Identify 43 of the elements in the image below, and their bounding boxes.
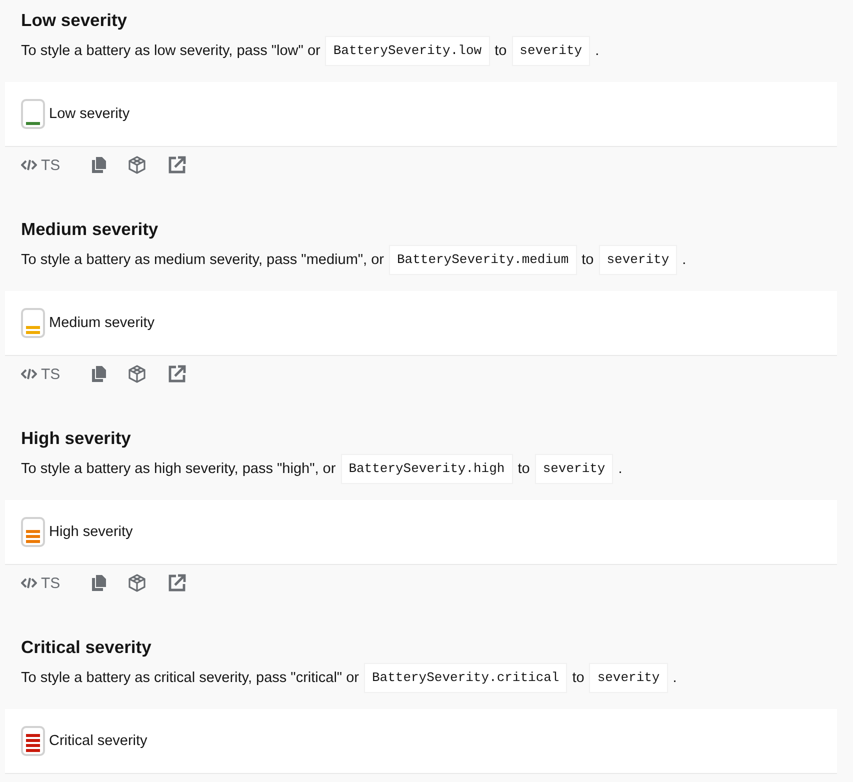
inline-code: severity: [589, 663, 668, 693]
description-text: To style a battery as critical severity, pass "critical" or: [21, 669, 359, 688]
external-link-icon: [168, 574, 186, 592]
inline-code: BatterySeverity.medium: [389, 245, 577, 275]
section-heading: High severity: [21, 427, 132, 450]
description-text: .: [672, 669, 677, 688]
description-text: .: [595, 42, 600, 61]
section-heading: Medium severity: [21, 218, 160, 241]
description-text: to: [518, 460, 530, 479]
description-text: To style a battery as low severity, pass "low" or: [21, 42, 320, 61]
description-text: To style a battery as high severity, pass "high", or: [21, 460, 336, 479]
typescript-toggle[interactable]: TS: [21, 574, 64, 592]
description-text: to: [582, 251, 594, 270]
battery-label: High severity: [49, 524, 133, 540]
battery-label: Medium severity: [49, 315, 155, 331]
inline-code: BatterySeverity.high: [340, 454, 513, 484]
external-link-icon: [168, 365, 186, 383]
typescript-toggle[interactable]: TS: [21, 366, 64, 382]
battery-label: Critical severity: [49, 733, 148, 749]
description-text: to: [494, 42, 507, 61]
code-icon: [21, 577, 37, 589]
external-link-icon: [168, 156, 186, 174]
copy-icon: [92, 575, 106, 591]
code-icon: [21, 159, 37, 171]
cube-icon: [128, 574, 146, 592]
inline-code: severity: [598, 245, 678, 275]
code-icon: [21, 368, 37, 380]
section-heading: Low severity: [21, 9, 128, 32]
typescript-toggle[interactable]: TS: [21, 156, 64, 174]
description-text: To style a battery as medium severity, pass "medium", or: [21, 251, 384, 270]
section-heading: Critical severity: [21, 636, 152, 659]
copy-icon: [92, 366, 106, 382]
inline-code: BatterySeverity.low: [325, 36, 490, 66]
inline-code: BatterySeverity.critical: [364, 663, 568, 693]
inline-code: severity: [512, 36, 590, 66]
cube-icon: [128, 156, 146, 174]
description-text: to: [572, 669, 584, 688]
description-text: .: [618, 460, 622, 479]
inline-code: severity: [534, 454, 614, 484]
cube-icon: [128, 365, 146, 383]
copy-icon: [92, 157, 106, 173]
battery-label: Low severity: [49, 106, 130, 122]
description-text: .: [682, 251, 686, 270]
